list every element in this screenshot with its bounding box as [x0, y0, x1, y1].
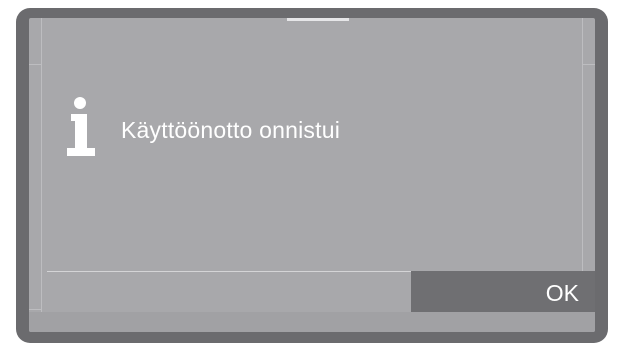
- dialog-screen: Käyttöönotto onnistui OK: [29, 18, 595, 332]
- left-guide-tick-bottom: [29, 309, 41, 310]
- left-guide-line: [41, 18, 42, 332]
- top-guide-notch: [287, 18, 349, 21]
- right-guide-tick-top: [583, 64, 595, 65]
- dialog-message: Käyttöönotto onnistui: [121, 116, 341, 143]
- left-guide-tick-top: [29, 64, 41, 65]
- dialog-footer: OK: [47, 271, 595, 315]
- bottom-band: [29, 312, 595, 332]
- info-icon: [67, 96, 103, 156]
- ok-button[interactable]: OK: [411, 271, 595, 315]
- dialog-message-row: Käyttöönotto onnistui: [67, 96, 340, 156]
- device-frame: Käyttöönotto onnistui OK: [16, 8, 608, 343]
